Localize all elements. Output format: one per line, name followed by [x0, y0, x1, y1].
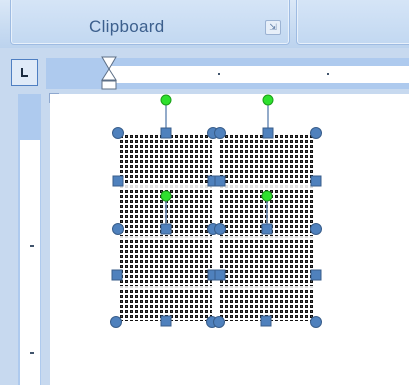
resize-corner-handle[interactable] — [112, 127, 124, 139]
selected-picture[interactable] — [0, 0, 409, 385]
resize-side-handle[interactable] — [160, 127, 172, 139]
resize-side-handle[interactable] — [310, 269, 322, 281]
resize-side-handle[interactable] — [111, 269, 123, 281]
resize-side-handle[interactable] — [262, 127, 274, 139]
resize-corner-handle[interactable] — [310, 316, 322, 328]
resize-corner-handle[interactable] — [214, 223, 226, 235]
resize-side-handle[interactable] — [160, 223, 172, 235]
resize-corner-handle[interactable] — [213, 316, 225, 328]
resize-corner-handle[interactable] — [112, 223, 124, 235]
resize-side-handle[interactable] — [260, 315, 272, 327]
rotation-handle[interactable] — [160, 94, 172, 106]
resize-corner-handle[interactable] — [310, 127, 322, 139]
resize-side-handle[interactable] — [160, 315, 172, 327]
rotation-handle[interactable] — [262, 94, 274, 106]
rotation-handle[interactable] — [261, 190, 273, 202]
resize-side-handle[interactable] — [261, 223, 273, 235]
pattern-band — [118, 236, 313, 239]
resize-corner-handle[interactable] — [214, 127, 226, 139]
resize-side-handle[interactable] — [310, 175, 322, 187]
resize-corner-handle[interactable] — [310, 223, 322, 235]
resize-side-handle[interactable] — [214, 175, 226, 187]
resize-side-handle[interactable] — [112, 175, 124, 187]
pattern-band — [118, 286, 313, 289]
resize-side-handle[interactable] — [214, 269, 226, 281]
rotation-handle[interactable] — [160, 190, 172, 202]
resize-corner-handle[interactable] — [110, 316, 122, 328]
